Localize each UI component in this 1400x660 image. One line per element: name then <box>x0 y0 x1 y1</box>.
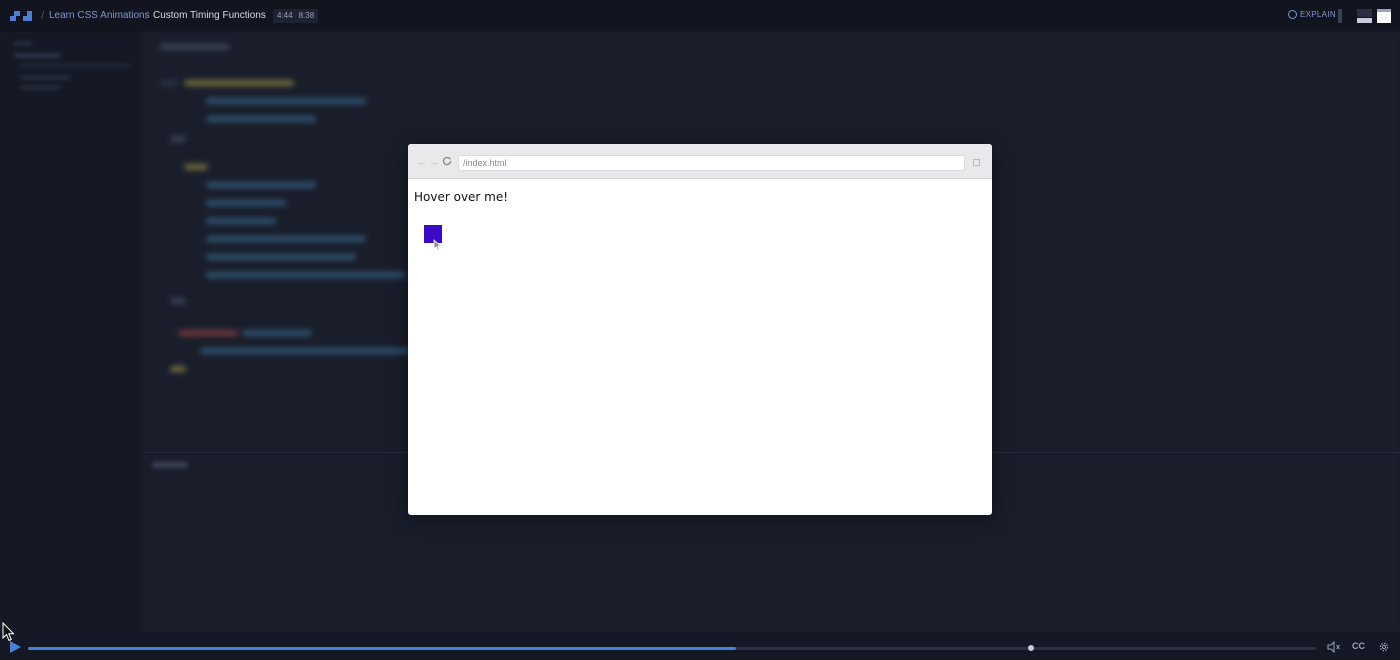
file-sidebar <box>0 32 142 632</box>
back-arrow-icon[interactable]: ← <box>417 157 427 168</box>
breadcrumb-separator: / <box>41 10 45 22</box>
explain-button[interactable]: EXPLAIN <box>1288 10 1336 19</box>
reload-icon[interactable] <box>442 156 452 166</box>
breadcrumb-separator: / <box>145 10 149 22</box>
open-in-new-window-icon[interactable] <box>973 159 980 166</box>
forward-arrow-icon[interactable]: → <box>429 157 439 168</box>
mouse-cursor-icon <box>2 622 15 642</box>
gear-icon[interactable] <box>1378 641 1390 653</box>
total-time: 8:38 <box>298 11 315 20</box>
pointer-cursor-icon <box>433 239 442 251</box>
progress-fill <box>28 647 737 650</box>
browser-toolbar: ← → <box>408 144 992 179</box>
explain-icon <box>1288 10 1297 19</box>
page-heading: Hover over me! <box>414 190 509 204</box>
browser-preview: ← → Hover over me! <box>408 144 992 515</box>
scrimba-logo-icon[interactable] <box>10 11 32 21</box>
player-controls: CC <box>0 632 1400 660</box>
url-input[interactable] <box>458 155 965 171</box>
scrub-marker[interactable] <box>1028 645 1034 651</box>
scrim-player: / Learn CSS Animations / Custom Timing F… <box>0 0 1400 660</box>
progress-bar[interactable] <box>28 647 1316 650</box>
play-icon[interactable] <box>8 640 22 654</box>
volume-icon[interactable] <box>1327 641 1341 653</box>
top-bar: / Learn CSS Animations / Custom Timing F… <box>0 0 1400 32</box>
layout-split-button[interactable] <box>1357 9 1372 23</box>
layout-sidebar-button[interactable] <box>1338 9 1342 23</box>
current-time: 4:44 <box>277 11 293 20</box>
explain-label: EXPLAIN <box>1300 10 1336 19</box>
time-display: 4:44 8:38 <box>273 9 319 23</box>
breadcrumb-course-link[interactable]: Learn CSS Animations <box>49 10 150 21</box>
layout-fullscreen-preview-button[interactable] <box>1377 9 1391 23</box>
breadcrumb-lesson-title: Custom Timing Functions <box>153 10 266 21</box>
captions-button[interactable]: CC <box>1352 641 1365 651</box>
console-tab[interactable] <box>152 462 188 468</box>
